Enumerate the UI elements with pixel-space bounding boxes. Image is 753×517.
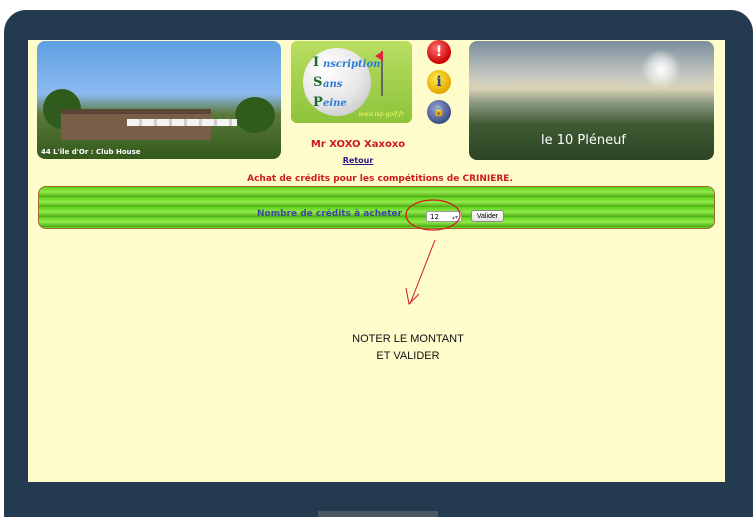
credits-label: Nombre de crédits à acheter [257,209,403,219]
isp-logo[interactable]: I nscription S ans P eine www.isp-golf.f… [291,41,412,123]
hole-10-photo: le 10 Pléneuf [469,41,714,160]
sun-graphic [641,49,681,89]
logo-url: www.isp-golf.fr [358,111,404,118]
info-icon: i [436,74,442,90]
annotation-arrow-line [409,239,436,305]
page-title: Achat de crédits pour les compétitions d… [225,173,535,185]
logo-letter-p: P [313,95,323,110]
back-link[interactable]: Retour [278,156,438,165]
hole-10-caption: le 10 Pléneuf [541,133,626,148]
logo-word-3: eine [323,98,347,109]
club-house-photo: 44 L'île d'Or : Club House [37,41,281,159]
logo-word-2: ans [323,79,343,90]
user-name: Mr XOXO Xaxoxo [310,139,406,150]
stepper-arrows-icon[interactable]: ▴▾ [452,212,458,223]
credits-quantity-value: 12 [430,213,439,221]
laptop-hinge [318,511,438,517]
annotation-line-2: ET VALIDER [376,350,440,362]
annotation-line-1: NOTER LE MONTANT [352,333,464,345]
info-button[interactable]: i [427,70,451,94]
logo-letter-s: S [313,75,323,90]
lock-icon: 🔒 [432,106,446,117]
logo-letter-i: I [313,55,320,70]
account-lock-button[interactable]: 🔒 [427,100,451,124]
logo-word-1: nscription [323,59,381,70]
stop-icon: ! [435,44,443,60]
submit-button[interactable]: Valider [471,210,504,222]
annotation-arrowhead [405,287,420,306]
annotation-note: NOTER LE MONTANT ET VALIDER [328,331,488,365]
purchase-form-panel: Nombre de crédits à acheter 12 ▴▾ Valide… [38,186,715,229]
club-house-caption: 44 L'île d'Or : Club House [41,148,141,156]
logout-button[interactable]: ! [427,40,451,64]
credits-quantity-select[interactable]: 12 ▴▾ [426,211,462,222]
browser-viewport: 44 L'île d'Or : Club House I nscription … [28,40,725,482]
